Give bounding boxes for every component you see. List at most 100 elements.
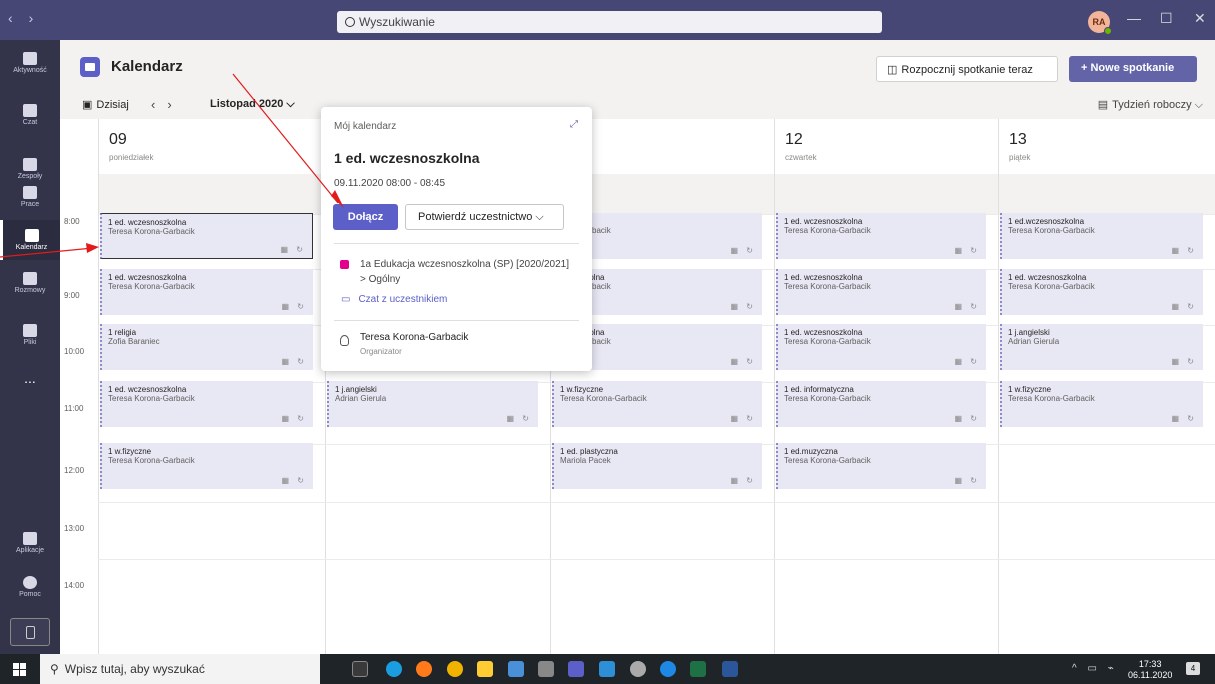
calendar-event[interactable]: 1 ed. informatyczna Teresa Korona-Garbaci…	[776, 381, 986, 427]
channel-link[interactable]: 1a Edukacja wczesnoszkolna (SP) [2020/20…	[360, 257, 570, 287]
event-title: 1 ed. plastyczna	[560, 447, 618, 456]
week-nav[interactable]: ‹›	[151, 97, 184, 112]
rail-item-activity[interactable]: Aktywność	[0, 52, 60, 86]
rsvp-dropdown[interactable]: Potwierdź uczestnictwo ⌵	[405, 204, 564, 230]
calendar-event[interactable]: 1 j.angielski Adrian Gierula ▦ ↻	[1000, 324, 1203, 370]
windows-logo-icon	[13, 670, 19, 676]
calendar-toolbar: ▣ Dzisiaj ‹› Listopad 2020 ⌵ ▤ Tydzień rob…	[60, 95, 1215, 119]
download-mobile-button[interactable]	[10, 618, 50, 646]
event-title: 1 ed. wczesnoszkolna	[108, 385, 187, 394]
view-switcher[interactable]: ▤ Tydzień roboczy ⌵	[1098, 98, 1203, 112]
calendar-event[interactable]: 1 w.fizyczne Teresa Korona-Garbacik ▦ ↻	[1000, 381, 1203, 427]
files-icon	[23, 324, 37, 337]
calendar-event[interactable]: 1 ed.wczesnoszkolna Teresa Korona-Garbaci…	[1000, 213, 1203, 259]
day-header[interactable]: 09 poniedziałek	[99, 119, 325, 174]
expand-icon[interactable]: ⤢	[570, 119, 578, 130]
rail-item-calendar[interactable]: Kalendarz	[0, 220, 60, 260]
organizer-role: Organizator	[360, 347, 402, 356]
event-title: 1 ed.wczesnoszkolna	[1008, 217, 1085, 226]
calculator-icon[interactable]	[538, 661, 554, 677]
prev-week-icon[interactable]: ‹	[151, 97, 167, 112]
rail-label: Rozmowy	[14, 287, 46, 294]
calendar-event[interactable]: 1 religia Zofia Baraniec ▦ ↻	[100, 324, 313, 370]
time-label: 13:00	[64, 524, 85, 533]
join-button[interactable]: Dołącz	[333, 204, 398, 230]
day-number: 12	[785, 131, 803, 148]
mail-icon[interactable]	[599, 661, 615, 677]
rail-item-help[interactable]: Pomoc	[0, 576, 60, 610]
rail-item-calls[interactable]: Rozmowy	[0, 272, 60, 306]
forward-icon[interactable]: ›	[29, 10, 40, 26]
calendar-event[interactable]: 1 ed. wczesnoszkolna Teresa Korona-Garbac…	[776, 324, 986, 370]
calendar-event[interactable]: 1 ed. wczesnoszkolna Teresa Korona-Garbac…	[100, 381, 313, 427]
next-week-icon[interactable]: ›	[167, 97, 183, 112]
phone-icon	[23, 272, 37, 285]
firefox-icon[interactable]	[416, 661, 432, 677]
rail-item-more[interactable]: ...	[0, 370, 60, 390]
all-day-row[interactable]	[99, 174, 325, 214]
teams-taskbar-icon[interactable]	[568, 661, 584, 677]
recurring-meeting-icon: ▦ ↻	[730, 302, 756, 311]
all-day-row[interactable]	[999, 174, 1215, 214]
all-day-row[interactable]	[775, 174, 998, 214]
system-tray[interactable]: ^ ▭ ⌁	[1072, 663, 1118, 674]
notification-center-icon[interactable]: 4	[1186, 662, 1200, 675]
calendar-event[interactable]: 1 ed.muzyczna Teresa Korona-Garbacik ▦ ↻	[776, 443, 986, 489]
calendar-event[interactable]: 1 ed. plastyczna Mariola Pacek ▦ ↻	[552, 443, 762, 489]
minimize-button[interactable]: —	[1127, 10, 1141, 26]
today-button[interactable]: ▣ Dzisiaj	[82, 98, 129, 111]
rail-item-files[interactable]: Pliki	[0, 324, 60, 358]
day-header[interactable]: 13 piątek	[999, 119, 1215, 174]
maximize-button[interactable]: ☐	[1160, 10, 1173, 27]
calendar-event[interactable]: 1 ed. wczesnoszkolna Teresa Korona-Garbac…	[776, 213, 986, 259]
rail-item-assignments[interactable]: Prace	[0, 186, 60, 220]
meet-now-label: Rozpocznij spotkanie teraz	[901, 64, 1033, 76]
event-title: 1 religia	[108, 328, 137, 337]
calendar-event[interactable]: 1 w.fizyczne Teresa Korona-Garbacik ▦ ↻	[100, 443, 313, 489]
edge-icon[interactable]	[386, 661, 402, 677]
control-panel-icon[interactable]	[508, 661, 524, 677]
calendar-event[interactable]: 1 j.angielski Adrian Gierula ▦ ↻	[327, 381, 538, 427]
search-input[interactable]: Wyszukiwanie	[337, 11, 882, 33]
more-icon: ...	[24, 370, 36, 386]
today-label: Dzisiaj	[96, 99, 129, 111]
event-organizer: Teresa Korona-Garbacik	[108, 282, 195, 291]
new-meeting-button[interactable]: + Nowe spotkanie	[1069, 56, 1197, 82]
event-organizer: Zofia Baraniec	[108, 337, 160, 346]
event-title: 1 w.fizyczne	[108, 447, 152, 456]
start-button[interactable]	[13, 663, 26, 676]
paint-icon[interactable]	[630, 661, 646, 677]
day-header[interactable]: 12 czwartek	[775, 119, 998, 174]
calendar-event[interactable]: 1 w.fizyczne Teresa Korona-Garbacik ▦ ↻	[552, 381, 762, 427]
rail-item-chat[interactable]: Czat	[0, 104, 60, 138]
calendar-event[interactable]: 1 ed. wczesnoszkolna Teresa Korona-Garbac…	[1000, 269, 1203, 315]
calendar-icon	[24, 229, 39, 242]
clock[interactable]: 17:33 06.11.2020	[1128, 659, 1172, 681]
explorer-icon[interactable]	[477, 661, 493, 677]
recurring-meeting-icon: ▦ ↻	[281, 357, 307, 366]
presence-dot	[1104, 27, 1112, 35]
event-organizer: Adrian Gierula	[1008, 337, 1060, 346]
recurring-meeting-icon: ▦ ↻	[954, 302, 980, 311]
avatar[interactable]: RA	[1088, 11, 1112, 35]
chat-label: Czat z uczestnikiem	[358, 294, 448, 305]
back-icon[interactable]: ‹	[8, 10, 19, 26]
ie-icon[interactable]	[660, 661, 676, 677]
meet-now-button[interactable]: ◫ Rozpocznij spotkanie teraz	[876, 56, 1058, 82]
calendar-event[interactable]: 1 ed. wczesnoszkolna Teresa Korona-Garbac…	[100, 213, 313, 259]
calendar-event[interactable]: 1 ed. wczesnoszkolna Teresa Korona-Garbac…	[776, 269, 986, 315]
time-label: 14:00	[64, 581, 85, 590]
month-picker[interactable]: Listopad 2020 ⌵	[210, 98, 295, 111]
word-icon[interactable]	[722, 661, 738, 677]
meeting-details-popup: Mój kalendarz ⤢ 1 ed. wczesnoszkolna 09.…	[321, 107, 592, 371]
task-view-icon[interactable]	[352, 661, 368, 677]
calendar-event[interactable]: 1 ed. wczesnoszkolna Teresa Korona-Garbac…	[100, 269, 313, 315]
chat-with-participants[interactable]: ▭ Czat z uczestnikiem	[341, 294, 447, 305]
rail-item-apps[interactable]: Aplikacje	[0, 532, 60, 566]
chrome-icon[interactable]	[447, 661, 463, 677]
excel-icon[interactable]	[690, 661, 706, 677]
event-title: 1 ed. wczesnoszkolna	[108, 218, 187, 227]
nav-arrows[interactable]: ‹ ›	[8, 10, 39, 26]
taskbar-search[interactable]: ⚲ Wpisz tutaj, aby wyszukać	[40, 654, 320, 684]
close-button[interactable]: ✕	[1194, 10, 1206, 27]
